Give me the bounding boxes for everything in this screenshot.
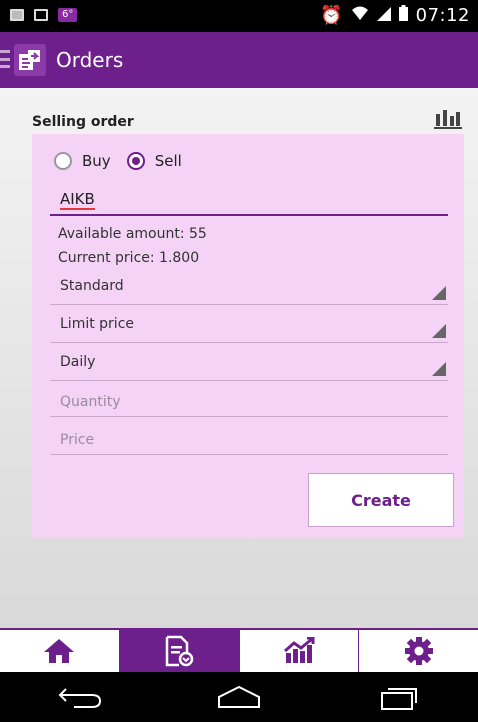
- bottom-nav: [0, 628, 478, 672]
- image-notification-icon: [10, 9, 24, 21]
- app-notification-icon: [34, 9, 48, 21]
- dropdown-triangle-icon: [432, 324, 446, 338]
- nav-markets[interactable]: [238, 628, 359, 672]
- drawer-menu-icon[interactable]: [0, 50, 10, 68]
- create-button[interactable]: Create: [308, 473, 454, 527]
- chart-icon: [283, 637, 315, 663]
- dropdown-triangle-icon: [432, 286, 446, 300]
- order-type-select[interactable]: Standard: [50, 272, 448, 305]
- alarm-icon: ⏰: [320, 5, 343, 26]
- wifi-icon: [351, 5, 369, 26]
- available-amount: Available amount: 55: [58, 226, 207, 242]
- status-bar: 6° ⏰ 07:12: [0, 0, 478, 32]
- sell-radio[interactable]: [126, 152, 145, 170]
- order-card: Buy Sell AIKB Available amount: 55 Curre…: [32, 134, 464, 538]
- weather-badge: 6°: [58, 8, 78, 22]
- battery-icon: [398, 5, 408, 26]
- order-type-value: Standard: [60, 278, 124, 294]
- app-bar: Orders: [0, 32, 478, 88]
- orders-icon: [165, 635, 194, 667]
- page-title: Orders: [56, 48, 124, 72]
- buy-radio[interactable]: [54, 152, 72, 170]
- home-button-icon[interactable]: [215, 683, 263, 711]
- price-input[interactable]: Price: [50, 426, 448, 455]
- back-icon[interactable]: [56, 683, 104, 711]
- quantity-input[interactable]: Quantity: [50, 388, 448, 417]
- quantity-placeholder: Quantity: [60, 394, 121, 410]
- buy-label[interactable]: Buy: [82, 152, 111, 170]
- nav-settings[interactable]: [358, 628, 478, 672]
- validity-select[interactable]: Daily: [50, 348, 448, 381]
- main-content: Selling order Buy Sell AIKB Available am…: [0, 88, 478, 628]
- sell-label[interactable]: Sell: [155, 152, 182, 170]
- home-icon: [44, 639, 75, 663]
- dropdown-triangle-icon: [432, 362, 446, 376]
- price-placeholder: Price: [60, 432, 95, 448]
- signal-icon: [376, 5, 391, 26]
- section-title: Selling order: [32, 114, 134, 130]
- app-logo-icon[interactable]: [14, 44, 46, 76]
- side-selector: Buy Sell: [54, 152, 198, 170]
- recents-icon[interactable]: [374, 683, 422, 711]
- gear-icon: [404, 637, 433, 665]
- current-price: Current price: 1.800: [58, 250, 200, 266]
- symbol-input[interactable]: AIKB: [50, 186, 448, 216]
- nav-home[interactable]: [0, 628, 119, 672]
- bar-chart-icon[interactable]: [434, 108, 462, 130]
- system-nav-bar: [0, 672, 478, 722]
- price-type-value: Limit price: [60, 316, 134, 332]
- symbol-value: AIKB: [60, 190, 95, 210]
- clock: 07:12: [415, 5, 470, 26]
- price-type-select[interactable]: Limit price: [50, 310, 448, 343]
- nav-orders[interactable]: [118, 628, 239, 672]
- validity-value: Daily: [60, 354, 96, 370]
